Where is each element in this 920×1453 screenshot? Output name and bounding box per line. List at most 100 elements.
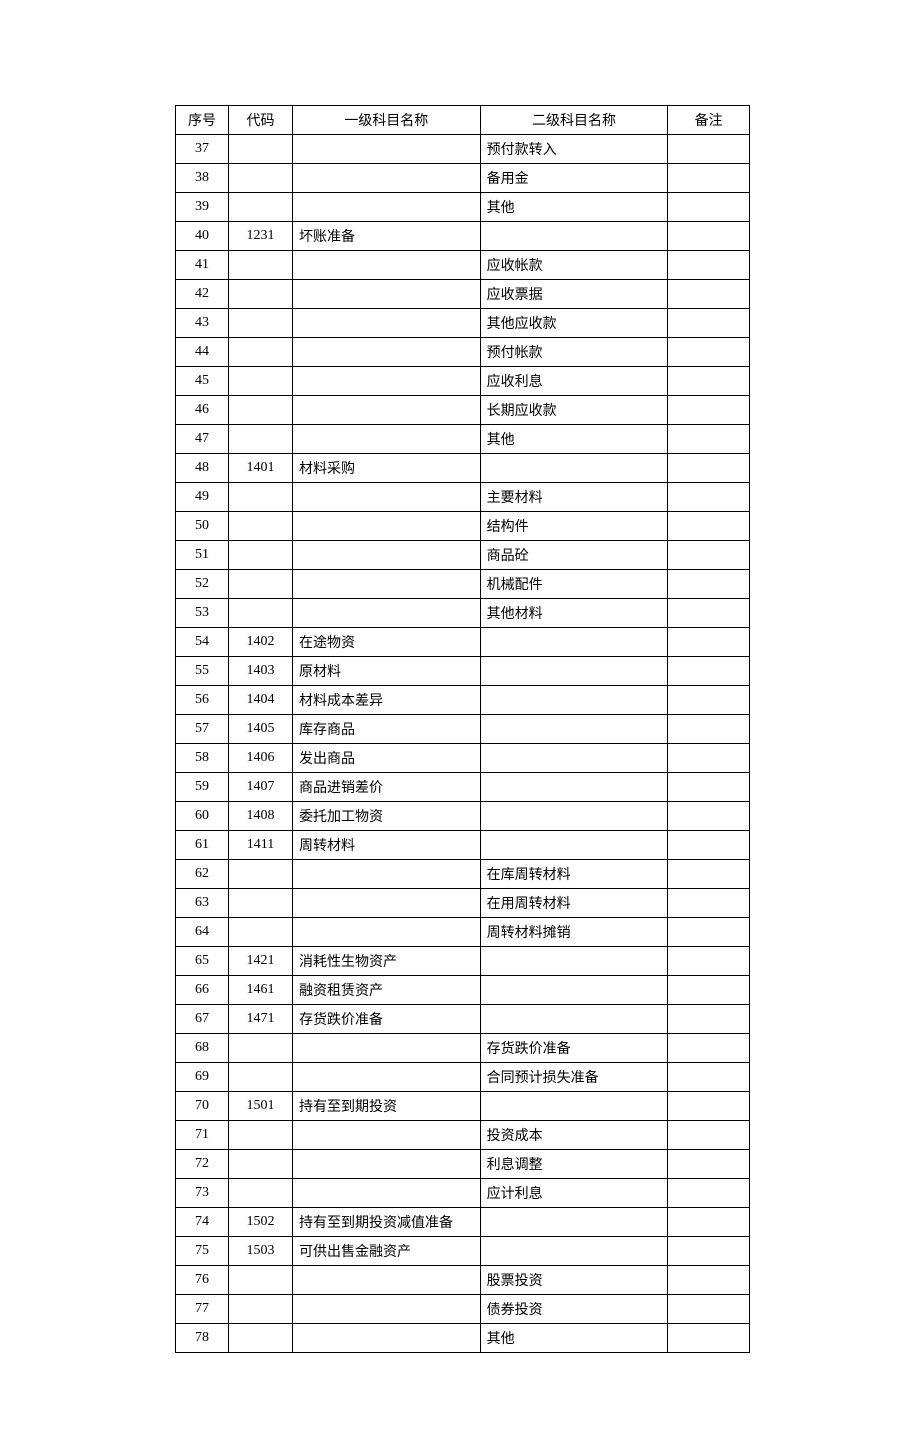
cell-lvl1	[293, 251, 481, 280]
cell-lvl2: 应收票据	[480, 280, 668, 309]
cell-code	[228, 570, 292, 599]
table-row: 561404材料成本差异	[176, 686, 750, 715]
cell-code	[228, 1266, 292, 1295]
table-row: 77债券投资	[176, 1295, 750, 1324]
cell-lvl1: 持有至到期投资	[293, 1092, 481, 1121]
table-body: 37预付款转入38备用金39其他401231坏账准备41应收帐款42应收票据43…	[176, 135, 750, 1353]
cell-seq: 43	[176, 309, 229, 338]
cell-code	[228, 251, 292, 280]
cell-remark	[668, 1121, 750, 1150]
cell-lvl1	[293, 541, 481, 570]
cell-code: 1501	[228, 1092, 292, 1121]
cell-lvl1	[293, 889, 481, 918]
cell-lvl1	[293, 570, 481, 599]
cell-remark	[668, 628, 750, 657]
cell-code	[228, 1179, 292, 1208]
cell-lvl1	[293, 193, 481, 222]
table-row: 64周转材料摊销	[176, 918, 750, 947]
cell-lvl2: 其他	[480, 193, 668, 222]
cell-lvl2	[480, 1092, 668, 1121]
cell-lvl1: 材料成本差异	[293, 686, 481, 715]
cell-remark	[668, 251, 750, 280]
cell-seq: 72	[176, 1150, 229, 1179]
cell-seq: 64	[176, 918, 229, 947]
cell-code	[228, 512, 292, 541]
cell-remark	[668, 889, 750, 918]
cell-lvl2	[480, 976, 668, 1005]
cell-lvl1: 商品进销差价	[293, 773, 481, 802]
table-row: 701501持有至到期投资	[176, 1092, 750, 1121]
cell-lvl1: 融资租赁资产	[293, 976, 481, 1005]
cell-remark	[668, 657, 750, 686]
cell-lvl1: 消耗性生物资产	[293, 947, 481, 976]
cell-lvl2	[480, 715, 668, 744]
cell-lvl2: 结构件	[480, 512, 668, 541]
cell-lvl2: 预付款转入	[480, 135, 668, 164]
table-row: 42应收票据	[176, 280, 750, 309]
cell-seq: 55	[176, 657, 229, 686]
cell-lvl1	[293, 1266, 481, 1295]
cell-seq: 67	[176, 1005, 229, 1034]
cell-lvl2: 备用金	[480, 164, 668, 193]
cell-code: 1402	[228, 628, 292, 657]
cell-lvl1	[293, 338, 481, 367]
accounts-table: 序号 代码 一级科目名称 二级科目名称 备注 37预付款转入38备用金39其他4…	[175, 105, 750, 1353]
cell-remark	[668, 541, 750, 570]
cell-seq: 40	[176, 222, 229, 251]
cell-code: 1403	[228, 657, 292, 686]
table-row: 751503可供出售金融资产	[176, 1237, 750, 1266]
cell-remark	[668, 773, 750, 802]
cell-seq: 37	[176, 135, 229, 164]
table-row: 651421消耗性生物资产	[176, 947, 750, 976]
cell-remark	[668, 1179, 750, 1208]
cell-remark	[668, 1295, 750, 1324]
header-code: 代码	[228, 106, 292, 135]
cell-seq: 38	[176, 164, 229, 193]
cell-seq: 52	[176, 570, 229, 599]
cell-lvl2	[480, 454, 668, 483]
cell-seq: 66	[176, 976, 229, 1005]
cell-seq: 49	[176, 483, 229, 512]
table-row: 591407商品进销差价	[176, 773, 750, 802]
cell-remark	[668, 1324, 750, 1353]
cell-lvl2: 应收利息	[480, 367, 668, 396]
cell-lvl1	[293, 1121, 481, 1150]
table-row: 47 其他	[176, 425, 750, 454]
cell-lvl1: 周转材料	[293, 831, 481, 860]
cell-remark	[668, 1150, 750, 1179]
cell-lvl1	[293, 135, 481, 164]
cell-seq: 39	[176, 193, 229, 222]
cell-seq: 46	[176, 396, 229, 425]
cell-lvl1: 可供出售金融资产	[293, 1237, 481, 1266]
cell-lvl1	[293, 1179, 481, 1208]
cell-remark	[668, 976, 750, 1005]
cell-code: 1406	[228, 744, 292, 773]
cell-remark	[668, 1034, 750, 1063]
cell-lvl1	[293, 1324, 481, 1353]
cell-lvl1	[293, 1295, 481, 1324]
cell-code: 1502	[228, 1208, 292, 1237]
cell-lvl2: 其他	[480, 425, 668, 454]
cell-seq: 69	[176, 1063, 229, 1092]
cell-lvl2: 应计利息	[480, 1179, 668, 1208]
cell-seq: 75	[176, 1237, 229, 1266]
cell-seq: 61	[176, 831, 229, 860]
cell-lvl1	[293, 1034, 481, 1063]
cell-code	[228, 918, 292, 947]
cell-seq: 41	[176, 251, 229, 280]
cell-code: 1405	[228, 715, 292, 744]
cell-lvl2	[480, 744, 668, 773]
cell-code	[228, 193, 292, 222]
cell-lvl1: 存货跌价准备	[293, 1005, 481, 1034]
table-row: 661461融资租赁资产	[176, 976, 750, 1005]
header-remark: 备注	[668, 106, 750, 135]
cell-lvl1	[293, 1150, 481, 1179]
cell-seq: 44	[176, 338, 229, 367]
cell-seq: 59	[176, 773, 229, 802]
cell-remark	[668, 454, 750, 483]
table-row: 741502持有至到期投资减值准备	[176, 1208, 750, 1237]
cell-seq: 47	[176, 425, 229, 454]
cell-code: 1401	[228, 454, 292, 483]
cell-seq: 45	[176, 367, 229, 396]
cell-remark	[668, 280, 750, 309]
